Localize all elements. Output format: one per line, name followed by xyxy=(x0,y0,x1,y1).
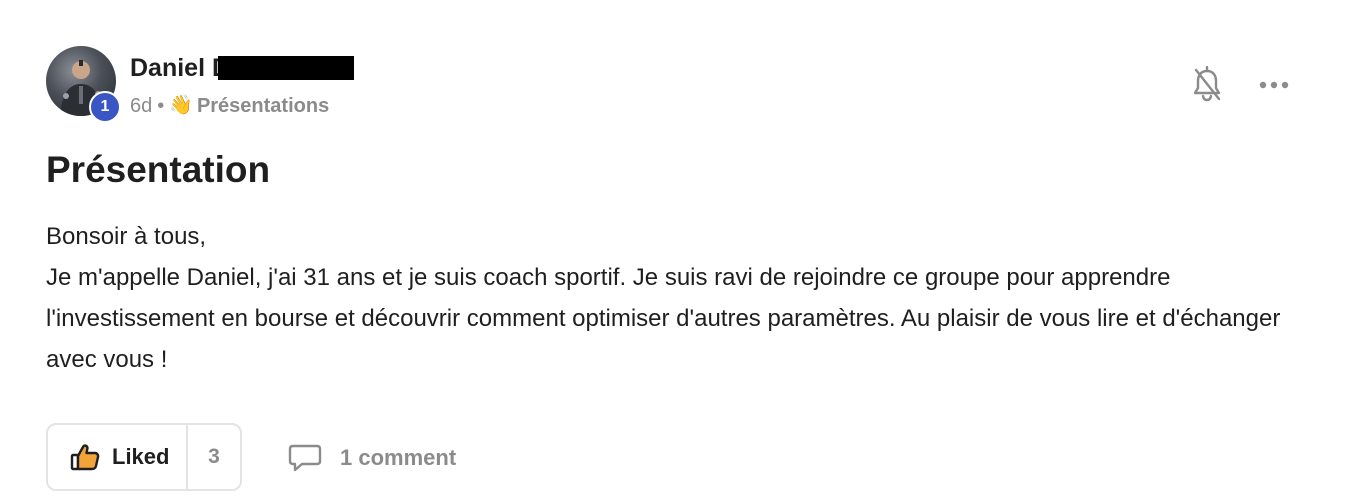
category-link[interactable]: Présentations xyxy=(197,93,329,119)
level-badge: 1 xyxy=(89,91,121,123)
post-meta: 6d • 👋 Présentations xyxy=(130,93,329,119)
post-time: 6d xyxy=(130,95,153,117)
author-name[interactable]: Daniel D xyxy=(130,53,230,83)
author-avatar[interactable]: 1 xyxy=(46,46,121,123)
bell-off-icon xyxy=(1193,65,1221,102)
comment-button[interactable]: 1 comment xyxy=(288,438,456,478)
more-options-button[interactable] xyxy=(1258,76,1292,94)
post-title: Présentation xyxy=(46,149,271,190)
post-paragraph: Je m'appelle Daniel, j'ai 31 ans et je s… xyxy=(46,264,1281,373)
like-button[interactable]: Liked xyxy=(48,425,188,489)
comment-icon xyxy=(288,444,322,472)
post-paragraph: Bonsoir à tous, xyxy=(46,223,207,250)
post-body: Bonsoir à tous, Je m'appelle Daniel, j'a… xyxy=(46,216,1316,380)
comment-label: 1 comment xyxy=(340,445,457,470)
more-horizontal-icon xyxy=(1259,81,1289,89)
post-card: 1 Daniel D 6d • 👋 Présentations Présenta… xyxy=(0,0,1354,502)
like-count[interactable]: 3 xyxy=(188,425,240,489)
thumbs-up-icon xyxy=(70,444,100,471)
like-label: Liked xyxy=(112,444,170,469)
like-group: Liked 3 xyxy=(46,423,242,491)
category-emoji: 👋 xyxy=(169,95,193,116)
redaction-bar xyxy=(218,56,354,80)
meta-separator: • xyxy=(157,95,165,117)
notification-toggle-button[interactable] xyxy=(1190,65,1224,104)
